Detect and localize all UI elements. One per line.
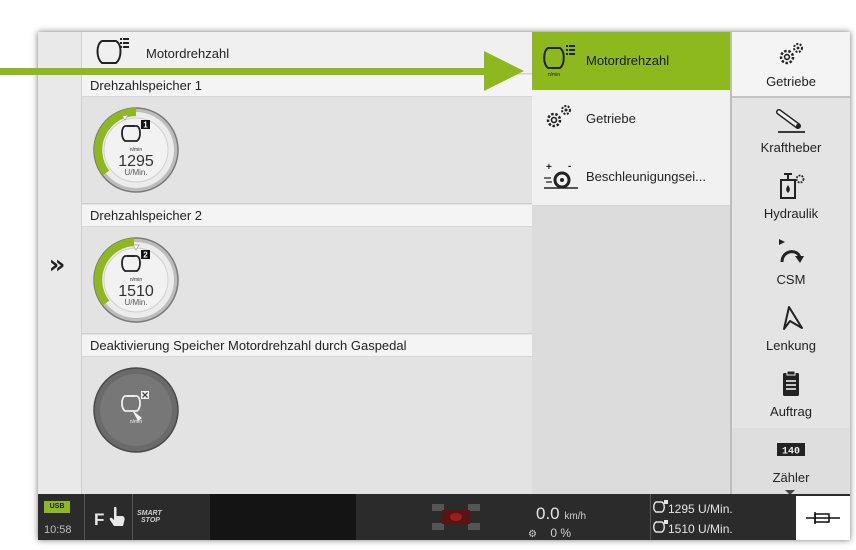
section-title-speicher-1: Drehzahlspeicher 1: [82, 75, 532, 97]
tractor-top-view-icon: [432, 504, 480, 530]
usb-badge: USB: [44, 501, 70, 513]
menu-item-motordrehzahl[interactable]: n/min Motordrehzahl: [532, 32, 730, 90]
csm-icon: [779, 239, 804, 263]
memory-slot-number: 1: [143, 121, 148, 130]
smart-stop-line-2: STOP: [141, 517, 160, 524]
tab-label: Kraftheber: [760, 140, 822, 155]
rpm-memory-2-dial[interactable]: 2 n/min 1510 U/Min.: [92, 236, 180, 324]
speed-unit: km/h: [564, 511, 587, 522]
wheel-slip-icon: ⚙: [528, 529, 537, 540]
section-body-speicher-1: 1 n/min 1295 U/Min.: [82, 98, 532, 204]
menu-item-label: Beschleunigungsei...: [586, 169, 706, 184]
steering-icon: [783, 306, 803, 330]
counter-icon: 140: [777, 443, 805, 458]
annotation-arrow: [0, 68, 488, 75]
gears-icon: [779, 43, 803, 65]
tab-zaehler[interactable]: 140 Zähler: [732, 428, 850, 494]
divider: [132, 494, 133, 540]
tab-hydraulik[interactable]: Hydraulik: [732, 164, 850, 230]
f-key-button[interactable]: F: [94, 510, 104, 530]
tab-label: Zähler: [772, 470, 810, 485]
category-tabs: Getriebe Kraftheber Hydraulik CSM Lenkun…: [730, 32, 850, 495]
page-title: Motordrehzahl: [146, 46, 230, 61]
counter-digits: 140: [782, 447, 800, 458]
menu-item-label: Getriebe: [586, 111, 636, 126]
section-body-speicher-2: 2 n/min 1510 U/Min.: [82, 228, 532, 334]
tab-label: Lenkung: [766, 338, 816, 353]
tab-kraftheber[interactable]: Kraftheber: [732, 98, 850, 164]
tab-getriebe[interactable]: Getriebe: [732, 32, 850, 98]
hitch-cylinder-icon: [806, 512, 840, 524]
engine-rpm-memory-1-icon: [653, 500, 668, 513]
tab-label: Hydraulik: [763, 206, 819, 221]
tab-label: CSM: [776, 272, 806, 287]
engine-rpm-icon: [96, 38, 129, 64]
slip-value: 0 %: [550, 526, 571, 540]
memory-slot-number: 2: [143, 251, 148, 260]
blank-display-area: [210, 494, 356, 540]
expand-panel-button[interactable]: »: [42, 250, 72, 280]
accelerator-deactivation-dial[interactable]: n/min: [92, 366, 180, 454]
speed-value: 0.0: [536, 504, 560, 523]
clipboard-icon: [783, 370, 799, 396]
svg-text:+: +: [546, 162, 552, 173]
tab-lenkung[interactable]: Lenkung: [732, 296, 850, 362]
svg-text:-: -: [568, 161, 571, 172]
engine-rpm-icon: n/min: [543, 45, 575, 78]
menu-item-beschleunigung[interactable]: + - Beschleunigungsei...: [532, 148, 730, 206]
gears-icon: [546, 105, 571, 128]
left-strip: »: [38, 32, 82, 494]
tractor-terminal-screen: » Motordrehzahl Drehzahlspeicher 1 1 n/m…: [38, 32, 850, 540]
menu-item-getriebe[interactable]: Getriebe: [532, 90, 730, 148]
tab-label: Getriebe: [766, 74, 816, 89]
divider: [84, 494, 85, 540]
dial-unit-small: n/min: [130, 419, 142, 425]
smart-stop-line-1: SMART: [137, 510, 162, 517]
menu-unit-small: n/min: [548, 72, 560, 78]
clock: 10:58: [44, 524, 72, 536]
rpm-memory-1-dial[interactable]: 1 n/min 1295 U/Min.: [92, 106, 180, 194]
hydraulic-icon: [780, 173, 805, 199]
hitch-icon: [776, 109, 805, 133]
section-title-speicher-2: Drehzahlspeicher 2: [82, 205, 532, 227]
rpm-memory-2-readout: 1510 U/Min.: [668, 522, 733, 536]
annotation-arrow-head: [484, 51, 524, 91]
engine-rpm-memory-2-icon: [653, 520, 668, 533]
rpm-unit: U/Min.: [124, 168, 147, 177]
submenu: n/min Motordrehzahl Getriebe + - Beschle…: [532, 32, 730, 494]
tab-label: Auftrag: [770, 404, 812, 419]
section-title-deaktivierung: Deaktivierung Speicher Motordrehzahl dur…: [82, 335, 532, 357]
section-body-deaktivierung: n/min: [82, 358, 532, 494]
divider: [650, 494, 651, 540]
speed-readout: 0.0 km/h: [536, 504, 586, 524]
smart-stop-button[interactable]: SMART STOP: [137, 510, 162, 524]
status-bar: USB 10:58 F SMART STOP 0.0 km/h ⚙ 0 % 12…: [38, 494, 850, 540]
slip-readout: ⚙ 0 %: [528, 526, 571, 540]
rpm-unit: U/Min.: [124, 298, 147, 307]
acceleration-icon: + -: [544, 161, 578, 189]
rpm-memory-1-readout: 1295 U/Min.: [668, 502, 733, 516]
main-panel: Motordrehzahl Drehzahlspeicher 1 1 n/min…: [82, 32, 532, 494]
tab-auftrag[interactable]: Auftrag: [732, 362, 850, 428]
menu-item-label: Motordrehzahl: [586, 53, 670, 68]
tab-csm[interactable]: CSM: [732, 230, 850, 296]
hand-pointer-icon[interactable]: [108, 506, 126, 528]
hitch-status-box[interactable]: [796, 496, 850, 540]
